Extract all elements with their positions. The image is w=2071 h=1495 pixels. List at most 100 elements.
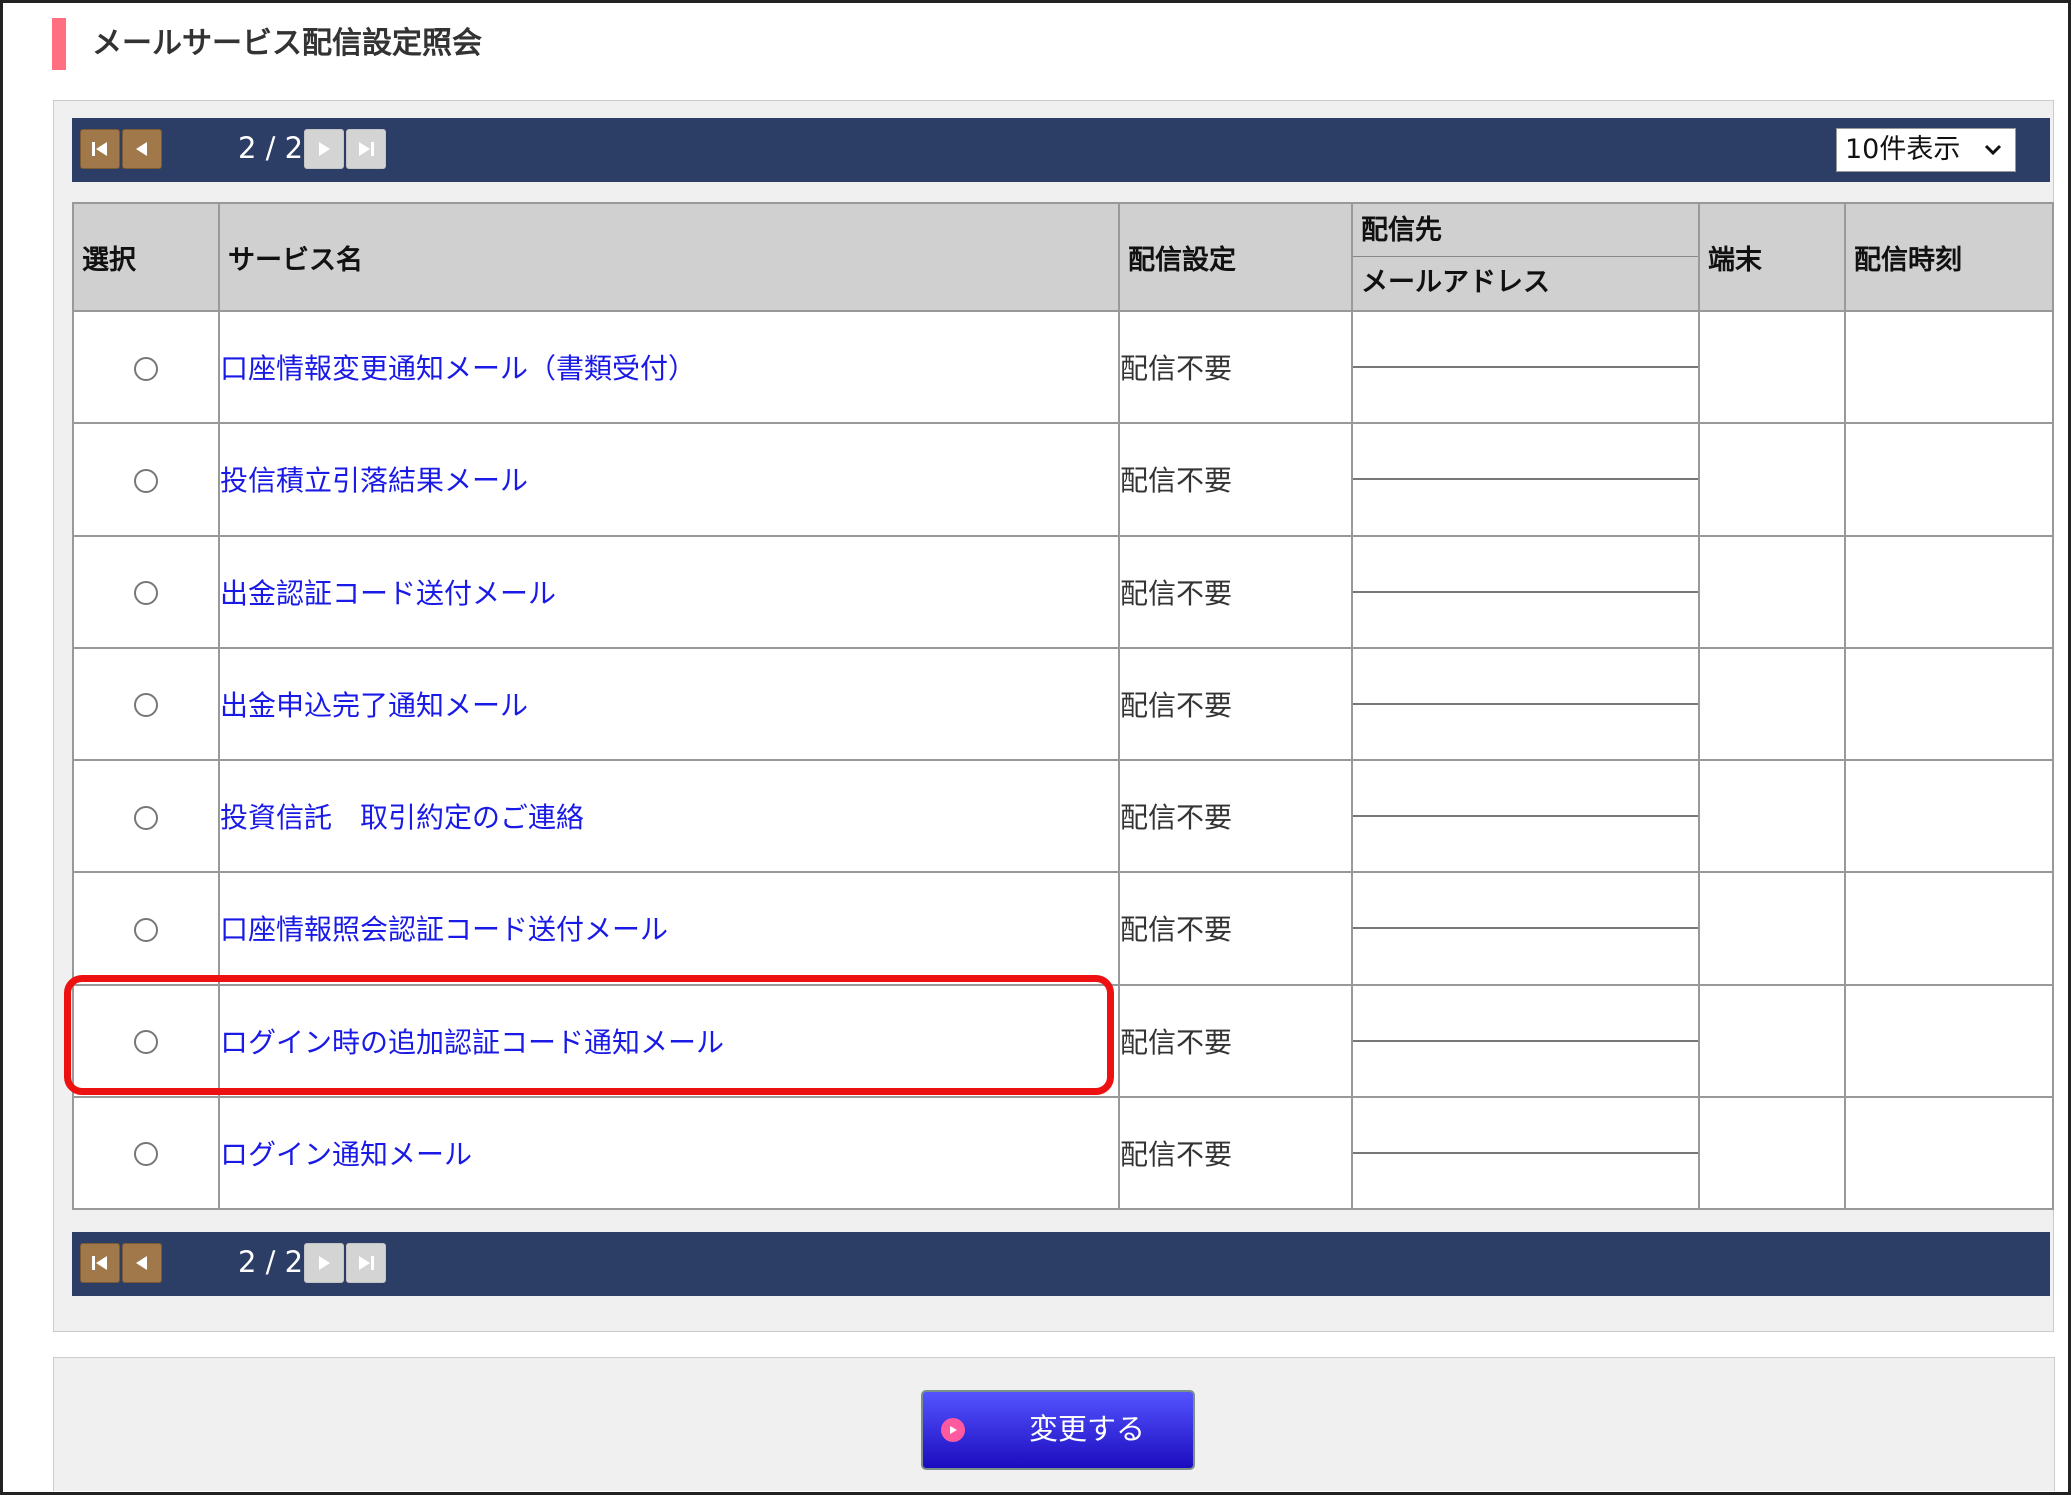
select-cell <box>72 758 220 874</box>
header-setting: 配信設定 <box>1118 202 1353 312</box>
select-cell <box>72 309 220 425</box>
row-radio[interactable] <box>134 805 158 830</box>
row-radio[interactable] <box>134 917 158 942</box>
table-row: 口座情報変更通知メール（書類受付） 配信不要 <box>72 309 2054 425</box>
device-cell <box>1698 758 1846 874</box>
pager-bottom: 2 / 2 <box>72 1232 2050 1296</box>
table-row: 投資信託 取引約定のご連絡 配信不要 <box>72 758 2054 874</box>
setting-cell: 配信不要 <box>1118 871 1353 986</box>
service-link[interactable]: 出金認証コード送付メール <box>220 577 556 610</box>
empty-dash <box>1353 590 1698 593</box>
empty-dash <box>1353 478 1698 481</box>
page-count: 2 / 2 <box>238 131 304 165</box>
empty-dash <box>1353 1039 1698 1042</box>
email-cell <box>1351 758 1700 874</box>
header-time: 配信時刻 <box>1844 202 2054 312</box>
row-radio[interactable] <box>134 693 158 718</box>
title-accent-bar <box>52 18 66 70</box>
header-email-label: メールアドレス <box>1361 267 1550 298</box>
next-page-icon <box>304 1243 344 1283</box>
service-link[interactable]: ログイン時の追加認証コード通知メール <box>220 1026 724 1059</box>
service-name-cell: 出金申込完了通知メール <box>218 646 1120 762</box>
service-link[interactable]: 口座情報照会認証コード送付メール <box>220 913 668 946</box>
first-page-icon[interactable] <box>80 129 120 169</box>
service-link[interactable]: ログイン通知メール <box>220 1138 472 1171</box>
device-cell <box>1698 1095 1846 1211</box>
setting-cell: 配信不要 <box>1118 1095 1353 1211</box>
service-name-cell: 出金認証コード送付メール <box>218 534 1120 649</box>
header-service-name: サービス名 <box>218 202 1120 312</box>
table-header-row: 選択 サービス名 配信設定 配信先 メールアドレス 端末 配信時刻 <box>72 202 2054 312</box>
service-table: 選択 サービス名 配信設定 配信先 メールアドレス 端末 配信時刻 口座情報変更… <box>72 202 2054 1211</box>
table-row: 出金申込完了通知メール 配信不要 <box>72 646 2054 762</box>
setting-cell: 配信不要 <box>1118 422 1353 537</box>
service-name-cell: 口座情報照会認証コード送付メール <box>218 871 1120 986</box>
time-cell <box>1844 422 2054 537</box>
service-name-cell: 投資信託 取引約定のご連絡 <box>218 758 1120 874</box>
page-count: 2 / 2 <box>238 1245 304 1279</box>
change-button-label: 変更する <box>1029 1414 1146 1446</box>
time-cell <box>1844 309 2054 425</box>
email-cell <box>1351 309 1700 425</box>
first-page-icon[interactable] <box>80 1243 120 1283</box>
email-cell <box>1351 646 1700 762</box>
email-cell <box>1351 871 1700 986</box>
prev-page-icon[interactable] <box>122 1243 162 1283</box>
device-cell <box>1698 871 1846 986</box>
service-link[interactable]: 出金申込完了通知メール <box>220 689 528 722</box>
time-cell <box>1844 534 2054 649</box>
per-page-value: 10件表示 <box>1845 134 1961 165</box>
select-cell <box>72 983 220 1098</box>
last-page-icon <box>346 1243 386 1283</box>
change-button[interactable]: 変更する <box>921 1390 1195 1470</box>
email-cell <box>1351 1095 1700 1211</box>
device-cell <box>1698 983 1846 1098</box>
row-radio[interactable] <box>134 1142 158 1167</box>
empty-dash <box>1353 366 1698 369</box>
service-name-cell: 投信積立引落結果メール <box>218 422 1120 537</box>
service-link[interactable]: 口座情報変更通知メール（書類受付） <box>220 352 696 385</box>
select-cell <box>72 534 220 649</box>
per-page-select[interactable]: 10件表示 <box>1836 128 2016 172</box>
device-cell <box>1698 422 1846 537</box>
email-cell <box>1351 534 1700 649</box>
setting-cell: 配信不要 <box>1118 534 1353 649</box>
service-name-cell: ログイン時の追加認証コード通知メール <box>218 983 1120 1098</box>
table-row: 口座情報照会認証コード送付メール 配信不要 <box>72 871 2054 986</box>
empty-dash <box>1353 1151 1698 1154</box>
row-radio[interactable] <box>134 356 158 381</box>
empty-dash <box>1353 702 1698 705</box>
setting-cell: 配信不要 <box>1118 646 1353 762</box>
device-cell <box>1698 534 1846 649</box>
last-page-icon <box>346 129 386 169</box>
page-title: メールサービス配信設定照会 <box>92 26 482 61</box>
setting-cell: 配信不要 <box>1118 309 1353 425</box>
time-cell <box>1844 1095 2054 1211</box>
service-link[interactable]: 投資信託 取引約定のご連絡 <box>220 801 584 834</box>
row-radio[interactable] <box>134 1030 158 1055</box>
table-row: ログイン時の追加認証コード通知メール 配信不要 <box>72 983 2054 1098</box>
header-device: 端末 <box>1698 202 1846 312</box>
prev-page-icon[interactable] <box>122 129 162 169</box>
play-icon <box>941 1418 965 1442</box>
setting-cell: 配信不要 <box>1118 758 1353 874</box>
table-row: 出金認証コード送付メール 配信不要 <box>72 534 2054 649</box>
select-cell <box>72 1095 220 1211</box>
table-row: 投信積立引落結果メール 配信不要 <box>72 422 2054 537</box>
table-row: ログイン通知メール 配信不要 <box>72 1095 2054 1211</box>
row-radio[interactable] <box>134 581 158 606</box>
header-destination-label: 配信先 <box>1353 205 1698 257</box>
empty-dash <box>1353 927 1698 930</box>
service-name-cell: 口座情報変更通知メール（書類受付） <box>218 309 1120 425</box>
service-name-cell: ログイン通知メール <box>218 1095 1120 1211</box>
row-radio[interactable] <box>134 468 158 493</box>
chevron-down-icon <box>1984 144 2002 156</box>
time-cell <box>1844 983 2054 1098</box>
service-link[interactable]: 投信積立引落結果メール <box>220 464 528 497</box>
device-cell <box>1698 646 1846 762</box>
select-cell <box>72 871 220 986</box>
select-cell <box>72 422 220 537</box>
email-cell <box>1351 422 1700 537</box>
device-cell <box>1698 309 1846 425</box>
header-select: 選択 <box>72 202 220 312</box>
